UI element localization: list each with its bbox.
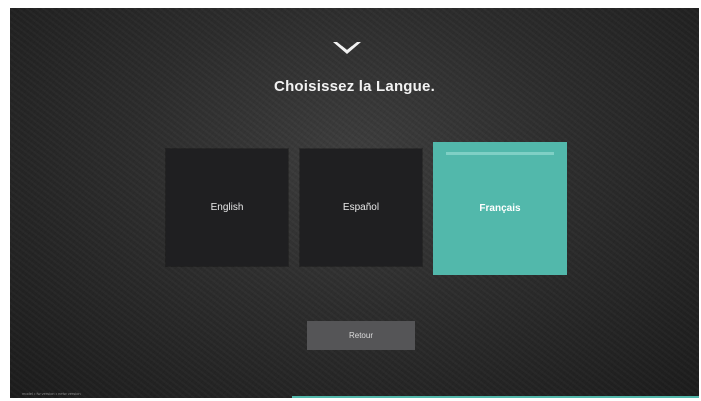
page-title: Choisissez la Langue. [274, 78, 435, 95]
language-option-label: Français [479, 203, 521, 214]
language-option-label: Español [342, 202, 380, 213]
language-option-english[interactable]: English [166, 149, 288, 266]
language-option-french[interactable]: Français [433, 142, 567, 275]
footer-accent-line [292, 396, 699, 398]
back-button-label: Retour [348, 331, 373, 340]
vizio-v-logo-icon [333, 42, 361, 54]
setup-screen: Choisissez la Langue. English Español Fr… [10, 8, 699, 398]
selection-indicator [446, 152, 554, 155]
language-option-label: English [210, 202, 244, 213]
footer-info-text: model • fw version • netw version [22, 391, 81, 396]
back-button[interactable]: Retour [307, 321, 415, 350]
language-option-spanish[interactable]: Español [300, 149, 422, 266]
